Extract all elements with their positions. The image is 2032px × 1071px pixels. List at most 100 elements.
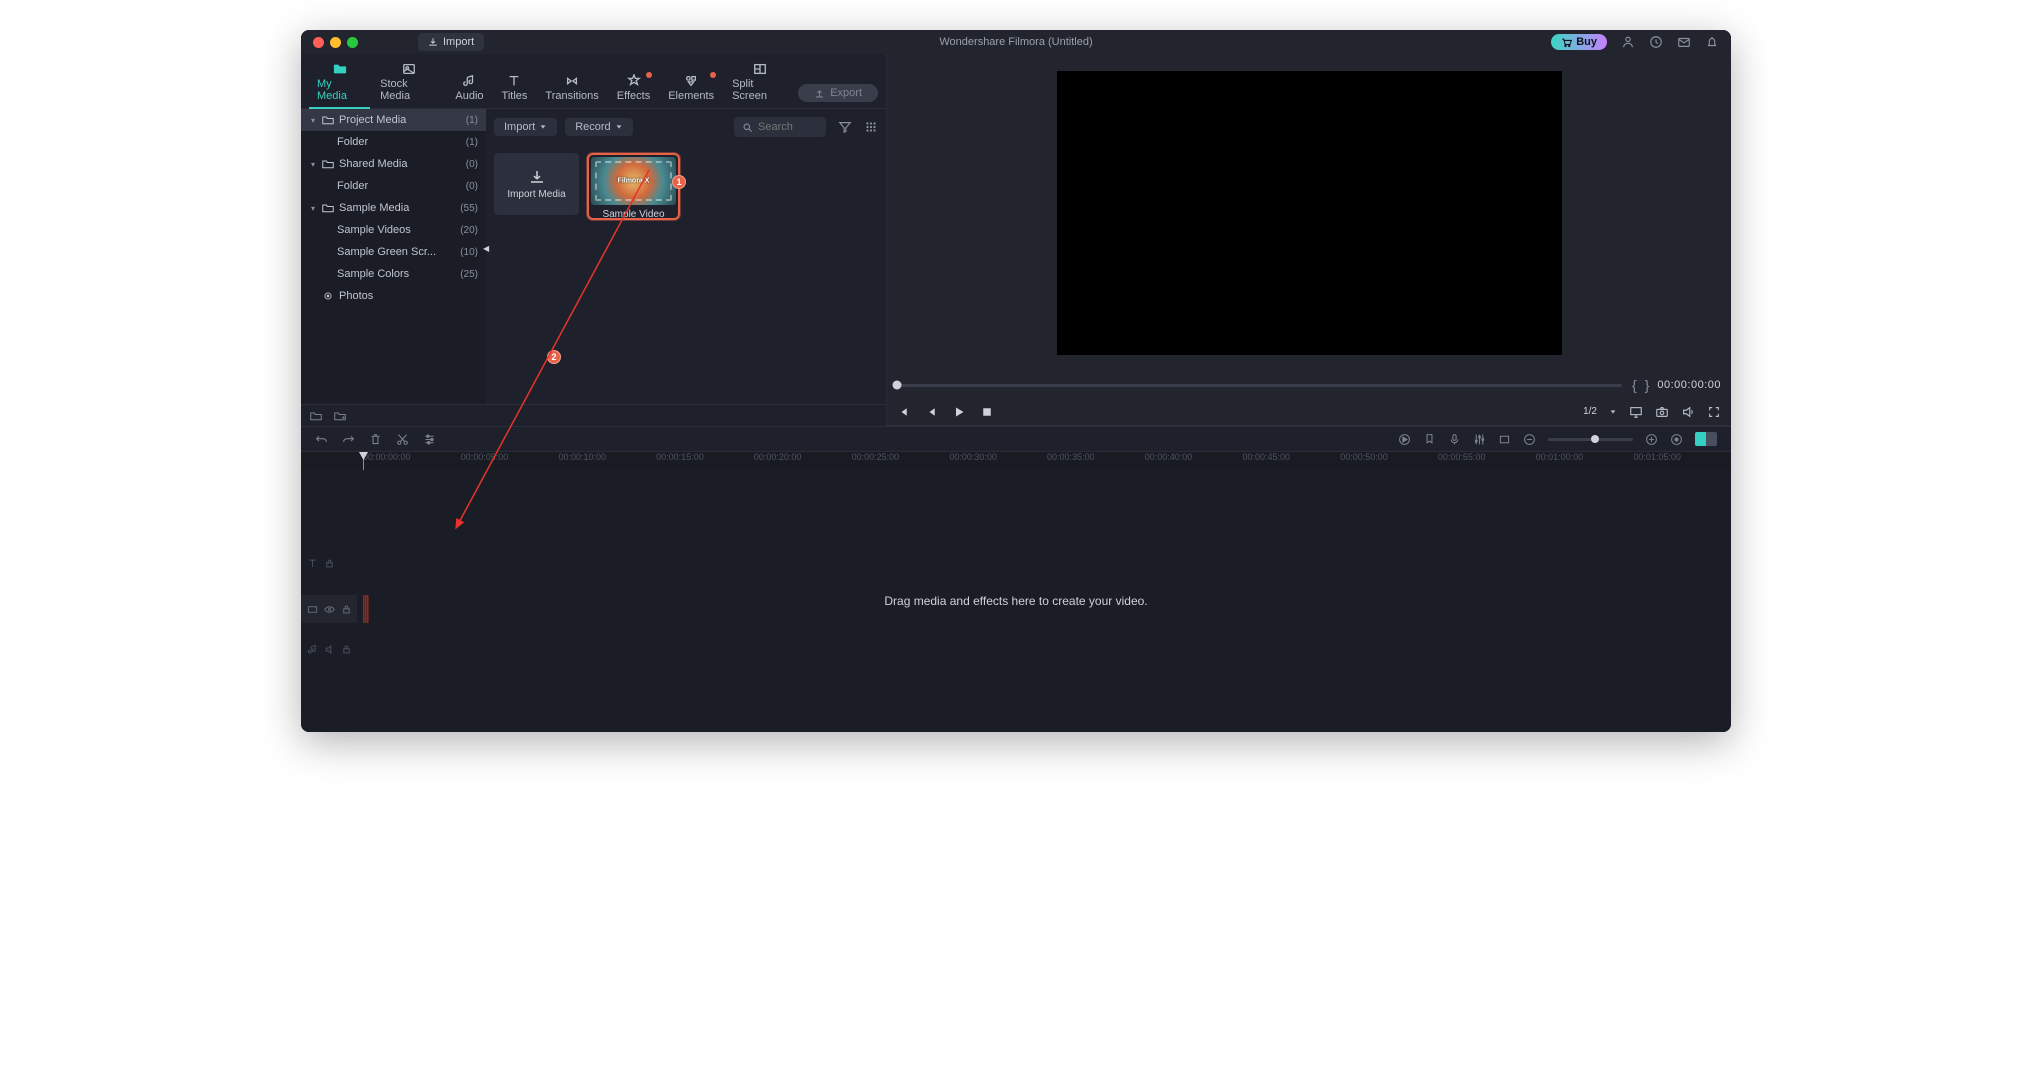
new-folder-icon[interactable] — [309, 410, 323, 422]
media-left-body: ▾Project Media(1)Folder(1) ▾ Shared Media (… — [301, 109, 886, 404]
new-subfolder-icon[interactable] — [333, 410, 347, 422]
chevron-down-icon: ▾ — [309, 204, 317, 213]
tab-titles[interactable]: Titles — [494, 72, 536, 108]
mark-out-icon[interactable]: } — [1645, 377, 1650, 393]
buy-button[interactable]: Buy — [1551, 34, 1607, 50]
grid-view-icon[interactable] — [864, 120, 878, 134]
tab-label: Transitions — [545, 90, 598, 102]
minimize-window-icon[interactable] — [330, 37, 341, 48]
record-dropdown[interactable]: Record — [565, 118, 632, 136]
titlebar-right: Buy — [1551, 34, 1731, 50]
display-icon[interactable] — [1629, 405, 1643, 419]
timeline-ruler[interactable]: 00:00:00:0000:00:05:0000:00:10:0000:00:1… — [301, 452, 1731, 470]
tree-item[interactable]: ▾Project Media(1) — [301, 109, 486, 131]
tab-elements[interactable]: Elements — [660, 72, 722, 108]
import-dropdown[interactable]: Import — [494, 118, 557, 136]
media-clip-sample-video[interactable]: Sample Video 1 — [587, 153, 680, 220]
timeline-clip-stub[interactable] — [363, 595, 369, 623]
export-button[interactable]: Export — [798, 84, 878, 102]
timeline-toolbar — [301, 426, 1731, 452]
step-back-icon[interactable] — [897, 406, 909, 418]
search-input[interactable] — [758, 121, 818, 133]
render-icon[interactable] — [1398, 433, 1411, 446]
tree-item[interactable]: ▾Shared Media(0) — [301, 153, 486, 175]
adjust-icon[interactable] — [423, 433, 436, 446]
mail-icon[interactable] — [1677, 35, 1691, 49]
maximize-window-icon[interactable] — [347, 37, 358, 48]
tree-item[interactable]: Sample Colors(25) — [301, 263, 486, 285]
video-track-icon — [307, 604, 318, 615]
zoom-slider[interactable] — [1548, 438, 1633, 441]
help-icon[interactable] — [1649, 35, 1663, 49]
track-header-video[interactable] — [301, 595, 357, 623]
import-media-tile[interactable]: Import Media — [494, 153, 579, 215]
notification-icon[interactable] — [1705, 35, 1719, 49]
play-icon[interactable] — [953, 406, 965, 418]
zoom-minus-icon[interactable] — [1523, 433, 1536, 446]
photos-icon — [322, 291, 334, 301]
import-icon — [428, 37, 438, 47]
undo-icon[interactable] — [315, 433, 328, 446]
tree-label: Folder — [337, 136, 461, 148]
tab-transitions[interactable]: Transitions — [537, 72, 606, 108]
stop-icon[interactable] — [981, 406, 993, 418]
tab-label: Stock Media — [380, 78, 437, 102]
track-size-toggle[interactable] — [1695, 432, 1717, 446]
delete-icon[interactable] — [369, 433, 382, 446]
tab-audio[interactable]: Audio — [447, 72, 491, 108]
thumbnail-grid: Import Media Sample Video 1 — [486, 145, 886, 404]
scrub-track[interactable] — [897, 384, 1622, 387]
export-icon — [814, 88, 825, 99]
user-icon[interactable] — [1621, 35, 1635, 49]
play-back-icon[interactable] — [925, 406, 937, 418]
redo-icon[interactable] — [342, 433, 355, 446]
tab-label: Effects — [617, 90, 650, 102]
crop-icon[interactable] — [1498, 433, 1511, 446]
mixer-icon[interactable] — [1473, 433, 1486, 446]
voiceover-icon[interactable] — [1448, 433, 1461, 446]
main-split: My Media Stock Media Audio Titles Transi… — [301, 54, 1731, 426]
tree-item[interactable]: Photos — [301, 285, 486, 307]
folder-icon — [322, 115, 334, 125]
tree-item[interactable]: ▾Sample Media(55) — [301, 197, 486, 219]
cut-icon[interactable] — [396, 433, 409, 446]
preview-scale[interactable]: 1/2 — [1583, 406, 1597, 417]
ruler-mark: 00:00:05:00 — [461, 452, 559, 470]
tree-label: Sample Colors — [337, 268, 455, 280]
snapshot-icon[interactable] — [1655, 405, 1669, 419]
fullscreen-icon[interactable] — [1707, 405, 1721, 419]
chevron-down-icon[interactable] — [1609, 408, 1617, 416]
tree-item[interactable]: Sample Videos(20) — [301, 219, 486, 241]
volume-icon[interactable] — [1681, 405, 1695, 419]
tree-count: (0) — [466, 159, 478, 170]
tree-item[interactable]: Folder(1) — [301, 131, 486, 153]
preview-panel: { } 00:00:00:00 1/2 — [886, 54, 1731, 426]
tab-my-media[interactable]: My Media — [309, 60, 370, 108]
tab-split-screen[interactable]: Split Screen — [724, 60, 796, 108]
tree-count: (10) — [460, 247, 478, 258]
ruler-mark: 00:01:00:00 — [1536, 452, 1634, 470]
mark-in-icon[interactable]: { — [1632, 377, 1637, 393]
tree-collapse-handle[interactable]: ◀ — [483, 244, 489, 253]
import-button[interactable]: Import — [418, 33, 484, 51]
tab-stock-media[interactable]: Stock Media — [372, 60, 445, 108]
preview-wrap — [887, 54, 1731, 372]
preview-screen[interactable] — [1057, 71, 1562, 355]
close-window-icon[interactable] — [313, 37, 324, 48]
track-header-audio[interactable] — [301, 644, 355, 655]
effects-icon — [627, 74, 641, 88]
tree-item[interactable]: Folder(0) — [301, 175, 486, 197]
tree-item[interactable]: Sample Green Scr...(10) — [301, 241, 486, 263]
tab-effects[interactable]: Effects — [609, 72, 658, 108]
ruler-mark: 00:00:45:00 — [1242, 452, 1340, 470]
zoom-plus-icon[interactable] — [1645, 433, 1658, 446]
tree-label: Shared Media — [339, 158, 461, 170]
track-header-text[interactable] — [301, 558, 355, 569]
filter-icon[interactable] — [838, 120, 852, 134]
zoom-fit-icon[interactable] — [1670, 433, 1683, 446]
marker-icon[interactable] — [1423, 433, 1436, 446]
traffic-lights — [301, 37, 358, 48]
scrubber-bar: { } 00:00:00:00 — [887, 372, 1731, 398]
chevron-down-icon — [615, 123, 623, 131]
timeline-body[interactable]: Drag media and effects here to create yo… — [301, 470, 1731, 732]
